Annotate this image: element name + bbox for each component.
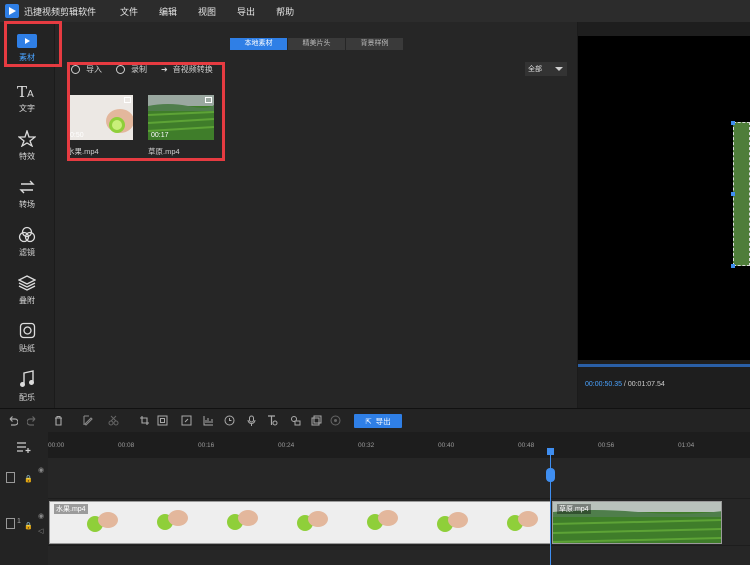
sidebar-item-label: 特效 [19,152,35,161]
ruler-label: 00:32 [358,442,375,449]
lock-icon[interactable]: 🔒 [24,522,33,530]
tab-local-media[interactable]: 本地素材 [230,38,287,50]
overlay-layers-icon [18,275,36,291]
video-track-icon [6,518,15,529]
ruler-label: 00:56 [598,442,615,449]
export-button[interactable]: ⇱ 导出 [354,414,402,428]
clock-icon[interactable] [224,415,235,426]
track-number: 1 [17,518,21,525]
menu-bar: 文件 编辑 视图 导出 帮助 [120,5,315,18]
filter-circles-icon [18,226,36,243]
ruler-label: 01:04 [678,442,695,449]
ruler-label: 00:00 [48,442,65,449]
highlight-box [67,62,225,161]
sidebar-item-label: 文字 [19,103,35,113]
app-title: 迅捷视频剪辑软件 [24,6,97,17]
playhead-marker[interactable] [547,448,554,455]
resize-handle[interactable] [731,192,735,196]
ruler-label: 00:40 [438,442,455,449]
sidebar-item-sticker[interactable]: 贴纸 [0,314,54,362]
cut-icon[interactable] [108,415,119,426]
grassland-clip[interactable]: 草原.mp4 [552,501,722,544]
edit-icon[interactable] [83,415,94,426]
track-headers: 🔒 ◉ 1 🔒 ◉ ◁ [0,432,48,565]
lock-icon[interactable]: 🔒 [24,475,33,483]
voice-icon[interactable] [290,415,301,426]
add-track-icon[interactable] [17,441,31,453]
ruler-label: 00:08 [118,442,135,449]
redo-icon[interactable] [27,415,38,426]
mosaic-icon[interactable] [181,415,192,426]
sidebar-item-filter[interactable]: 滤镜 [0,218,54,266]
ruler-label: 00:16 [198,442,215,449]
preview-panel: 00:00:50.35 / 00:01:07.54 [578,22,750,408]
effects-star-icon [18,130,36,147]
chevron-down-icon [555,67,563,71]
copy-icon[interactable] [311,415,322,426]
timeline: 🔒 ◉ 1 🔒 ◉ ◁ 00:00 00:08 00:16 00:24 00:3… [0,432,750,565]
video-track-icon [6,472,15,483]
text-tool-icon[interactable] [267,415,278,426]
preview-progress-bar[interactable] [578,364,750,367]
menu-export[interactable]: 导出 [237,5,255,18]
undo-icon[interactable] [7,415,18,426]
overlay-track[interactable] [48,458,750,498]
resize-handle[interactable] [731,121,735,125]
eye-icon[interactable]: ◉ [38,466,44,474]
playhead-line[interactable] [550,449,551,565]
sidebar-item-text[interactable]: TA 文字 [0,74,54,122]
sidebar-item-transition[interactable]: 转场 [0,170,54,218]
eye-icon[interactable]: ◉ [38,512,44,520]
export-icon: ⇱ [365,416,372,426]
microphone-icon[interactable] [246,415,257,426]
zoom-icon[interactable] [157,415,168,426]
crop-icon[interactable] [139,415,150,426]
sidebar-item-effects[interactable]: 特效 [0,122,54,170]
music-note-icon [20,369,34,387]
fruit-clip[interactable]: 水果.mp4 [49,501,551,544]
sidebar-item-label: 贴纸 [19,344,35,353]
preview-frame[interactable] [733,122,750,266]
tab-intros[interactable]: 精美片头 [288,38,345,50]
audio-track[interactable] [48,546,750,565]
menu-file[interactable]: 文件 [120,5,138,18]
settings-icon[interactable] [330,415,341,426]
highlight-box [4,21,62,67]
fruit-clip-filmstrip [50,502,550,543]
media-tabs: 本地素材 精美片头 背景样例 [230,38,404,50]
edit-toolbar: ⇱ 导出 [0,408,750,432]
left-sidebar: 素材 TA 文字 特效 转场 滤镜 叠附 贴纸 配乐 [0,22,54,408]
audio-wave-icon[interactable] [203,415,214,426]
menu-view[interactable]: 视图 [198,5,216,18]
text-icon: TA [17,83,34,99]
sidebar-item-label: 叠附 [19,296,35,305]
tab-backgrounds[interactable]: 背景样例 [346,38,403,50]
ruler-label: 00:48 [518,442,535,449]
transition-icon [19,180,35,193]
resize-handle[interactable] [731,264,735,268]
sidebar-item-music[interactable]: 配乐 [0,362,54,410]
delete-icon[interactable] [53,415,64,426]
title-bar: 迅捷视频剪辑软件 文件 编辑 视图 导出 帮助 [0,0,750,22]
speaker-icon[interactable]: ◁ [38,527,43,535]
timeline-ruler[interactable]: 00:00 00:08 00:16 00:24 00:32 00:40 00:4… [48,436,750,456]
menu-help[interactable]: 帮助 [276,5,294,18]
sticker-icon [19,322,35,339]
main-video-track[interactable]: 水果.mp4 草原.mp4 [48,499,750,545]
ruler-label: 00:24 [278,442,295,449]
sidebar-item-label: 滤镜 [19,248,35,257]
sidebar-item-label: 转场 [19,199,35,209]
sidebar-item-overlay[interactable]: 叠附 [0,266,54,314]
app-logo-icon [5,4,19,18]
svg-text:T: T [17,83,27,99]
preview-screen[interactable] [578,36,750,360]
sidebar-item-label: 配乐 [19,392,35,402]
preview-timecode: 00:00:50.35 / 00:01:07.54 [585,381,665,388]
menu-edit[interactable]: 编辑 [159,5,177,18]
media-filter-select[interactable]: 全部 [525,62,567,76]
playhead-handle[interactable] [546,468,555,482]
svg-text:A: A [27,89,34,99]
